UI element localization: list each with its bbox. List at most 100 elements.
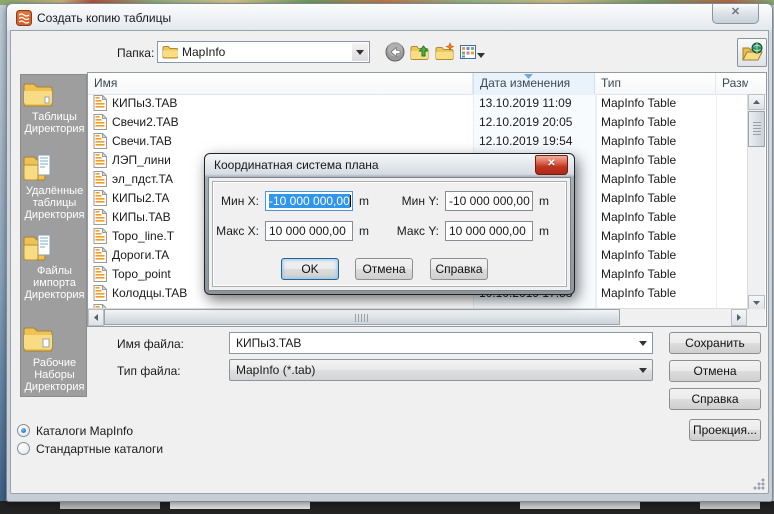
file-date: 12.10.2019 20:05 [479,115,573,129]
cancel-button[interactable]: Отмена [355,258,413,280]
table-row[interactable]: Свечи.TAB 12.10.2019 19:54 MapInfo Table [88,132,748,151]
file-name: Колодцы.TAB [112,286,188,300]
file-name: КИПы3.TAB [112,96,178,110]
radio-mapinfo-catalogs[interactable] [17,424,30,437]
cancel-button[interactable]: Отмена [669,360,761,382]
table-row[interactable]: Свечи2.TAB 12.10.2019 20:05 MapInfo Tabl… [88,113,748,132]
scroll-left-icon[interactable] [88,309,104,326]
thumb-grip [355,314,369,322]
open-table-button[interactable] [737,38,767,67]
sidebar-item-import-files-directory[interactable]: Файлы импорта Директория [21,231,88,301]
horizontal-scrollbar[interactable] [88,308,748,326]
max-y-input[interactable]: 10 000 000,00 [445,221,533,241]
file-type: MapInfo Table [601,191,677,205]
file-name: Свечи2.TAB [112,115,179,129]
file-type: MapInfo Table [601,96,677,110]
min-y-input[interactable]: -10 000 000,00 [445,191,533,211]
file-name: КИПы2.TA [112,191,170,205]
column-header-date[interactable]: Дата изменения [473,73,595,94]
mapinfo-table-file-icon [93,95,107,111]
background-cell [170,502,310,509]
chevron-down-icon[interactable] [635,361,651,379]
max-x-input[interactable]: 10 000 000,00 [265,221,353,241]
sidebar-item-label: Таблицы Директория [24,111,85,135]
column-header-size[interactable]: Разм [716,73,748,94]
ok-button[interactable]: OK [281,258,339,280]
max-x-unit: m [359,224,369,238]
max-y-label: Макс Y: [396,224,439,238]
mapinfo-table-file-icon [93,171,107,187]
projection-button[interactable]: Проекция... [689,419,761,441]
file-type: MapInfo Table [601,153,677,167]
max-y-unit: m [539,224,549,238]
background-cell [700,502,760,509]
min-y-value: -10 000 000,00 [449,194,530,208]
mapinfo-table-file-icon [93,133,107,149]
sort-descending-icon [524,74,533,79]
column-header-name[interactable]: Имя [88,73,473,94]
up-one-level-button[interactable] [409,41,431,63]
scrollbar-corner [747,309,765,326]
coord-dialog-body: Мин X: -10 000 000,00 m Мин Y: -10 000 0… [208,177,571,291]
file-type: MapInfo Table [601,134,677,148]
scroll-up-icon[interactable] [748,94,765,110]
horizontal-scroll-thumb[interactable] [104,309,620,325]
save-button[interactable]: Сохранить [669,332,761,354]
filename-combobox[interactable]: КИПы3.TAB [229,332,653,354]
coordinate-system-dialog: Координатная система плана ✕ Мин X: -10 … [204,153,575,295]
max-x-label: Макс X: [216,224,259,238]
file-name: эл_пдст.TA [112,172,173,186]
file-type: MapInfo Table [601,267,677,281]
mapinfo-table-file-icon [93,266,107,282]
chevron-down-icon[interactable] [635,334,651,352]
folder-icon [21,79,88,109]
folder-combobox[interactable]: MapInfo [157,41,370,63]
back-button[interactable] [384,41,406,63]
list-header: Имя Дата изменения Тип Разм [88,73,766,95]
filename-label: Имя файла: [117,337,184,351]
min-x-input[interactable]: -10 000 000,00 [265,191,353,211]
sidebar-item-remote-tables-directory[interactable]: Удалённые таблицы Директория [21,151,88,221]
mapinfo-table-file-icon [93,247,107,263]
help-button[interactable]: Справка [430,258,488,280]
mapinfo-table-file-icon [93,209,107,225]
views-dropdown-icon[interactable] [475,44,487,66]
close-icon[interactable]: ✕ [535,155,568,175]
help-button[interactable]: Справка [669,388,761,410]
mapinfo-table-file-icon [93,152,107,168]
file-type: MapInfo Table [601,115,677,129]
file-name: Topo_point [112,267,171,281]
max-y-value: 10 000 000,00 [449,224,526,238]
min-x-label: Мин X: [221,194,259,208]
min-x-value: -10 000 000,00 [269,194,350,208]
file-name: Свечи.TAB [112,134,172,148]
table-row[interactable]: КИПы3.TAB 13.10.2019 11:09 MapInfo Table [88,94,748,113]
coord-dialog-title: Координатная система плана [214,158,379,172]
resize-grip[interactable] [753,478,765,490]
chevron-down-icon[interactable] [352,43,368,61]
radio-standard-catalogs[interactable] [17,442,30,455]
new-folder-button[interactable] [434,41,456,63]
file-name: КИПы.TAB [112,210,171,224]
folder-label: Папка: [117,46,155,60]
text-caret [349,195,351,207]
folder-icon [162,45,178,59]
mapinfo-table-file-icon [93,285,107,301]
min-y-label: Мин Y: [401,194,439,208]
column-header-type[interactable]: Тип [595,73,716,94]
vertical-scrollbar[interactable] [747,94,765,311]
file-type: MapInfo Table [601,286,677,300]
save-copy-dialog: Создать копию таблицы ✕ Папка: MapInfo Т… [6,3,773,502]
folder-combobox-value: MapInfo [182,45,226,59]
min-y-unit: m [539,194,549,208]
sidebar-item-workspaces-directory[interactable]: Рабочие Наборы Директория [21,323,88,393]
scroll-right-icon[interactable] [731,309,747,326]
sidebar-item-tables-directory[interactable]: Таблицы Директория [21,79,88,135]
folder-icon [21,323,88,355]
filename-value: КИПы3.TAB [236,336,302,350]
min-x-unit: m [359,194,369,208]
filetype-label: Тип файла: [117,364,181,378]
close-icon[interactable]: ✕ [712,4,759,24]
filetype-dropdown[interactable]: MapInfo (*.tab) [229,359,653,381]
vertical-scroll-thumb[interactable] [748,111,765,147]
